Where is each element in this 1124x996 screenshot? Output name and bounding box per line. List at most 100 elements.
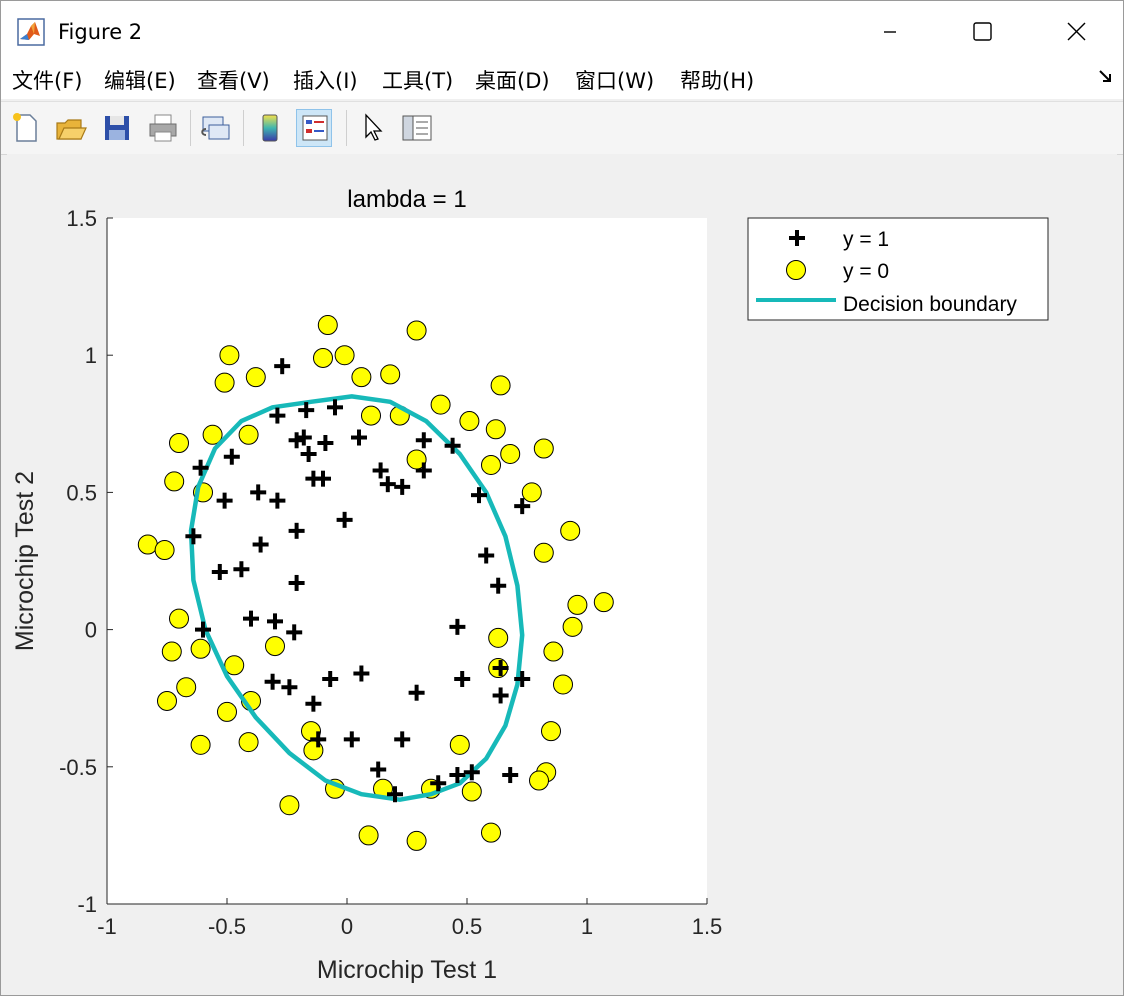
menu-window[interactable]: 窗口(W) — [575, 68, 654, 94]
x-tick-label: 0.5 — [452, 914, 483, 939]
negative-point — [459, 411, 480, 432]
open-file-button[interactable] — [53, 109, 89, 147]
figure-canvas: -1 -0.5 0 0.5 1 1.5 -1 -0.5 0 0.5 1 1.5 … — [7, 154, 1117, 990]
chart-title: lambda = 1 — [347, 186, 466, 213]
negative-point — [265, 636, 285, 657]
negative-point — [553, 674, 573, 695]
x-axis-label: Microchip Test 1 — [317, 956, 497, 984]
link-plot-icon — [201, 116, 230, 140]
close-icon — [1067, 22, 1086, 41]
negative-point — [279, 795, 300, 816]
x-tick-labels: -1 -0.5 0 0.5 1 1.5 — [97, 914, 722, 939]
negative-point — [217, 701, 237, 722]
pointer-button[interactable] — [356, 109, 392, 147]
matlab-logo-icon — [17, 18, 45, 46]
print-button[interactable] — [145, 109, 181, 147]
print-icon — [149, 114, 177, 142]
minimize-button[interactable] — [843, 1, 935, 63]
y-tick-label: 0 — [85, 618, 97, 643]
negative-point — [406, 320, 427, 341]
y-tick-label: 1.5 — [66, 206, 97, 231]
toolbar-separator — [190, 110, 191, 146]
negative-point — [490, 375, 511, 396]
negative-point — [214, 372, 235, 393]
figure-window: Figure 2 文件(F) 编辑(E) 查看(V) 插入(I) 工具(T) 桌… — [0, 0, 1124, 996]
y-tick-label: 0.5 — [66, 480, 97, 505]
menu-insert[interactable]: 插入(I) — [293, 68, 358, 94]
negative-point — [560, 520, 581, 541]
negative-point — [245, 367, 266, 388]
legend-icon — [302, 115, 328, 141]
menu-view[interactable]: 查看(V) — [197, 68, 270, 94]
legend-circle-marker — [786, 260, 806, 280]
open-file-icon — [56, 119, 87, 140]
title-bar: Figure 2 — [1, 1, 1123, 63]
negative-point — [461, 781, 482, 802]
close-button[interactable] — [1031, 1, 1123, 63]
negative-point — [430, 394, 451, 415]
negative-point — [543, 641, 564, 662]
legend-label-negative: y = 0 — [843, 260, 889, 283]
legend[interactable]: y = 1 y = 0 Decision boundary — [747, 217, 1049, 321]
y-tick-labels: -1 -0.5 0 0.5 1 1.5 — [59, 206, 97, 917]
negative-point — [219, 345, 240, 366]
negative-point — [500, 443, 521, 464]
negative-point — [137, 534, 158, 555]
negative-point — [593, 592, 614, 613]
save-button[interactable] — [99, 109, 135, 147]
negative-point — [176, 677, 197, 698]
negative-point — [521, 482, 542, 503]
negative-point — [358, 825, 379, 846]
legend-label-positive: y = 1 — [843, 228, 889, 251]
negative-point — [533, 542, 554, 563]
negative-point — [361, 405, 381, 426]
negative-point — [334, 345, 355, 366]
chart: -1 -0.5 0 0.5 1 1.5 -1 -0.5 0 0.5 1 1.5 … — [11, 186, 1049, 984]
property-inspector-button[interactable] — [399, 109, 435, 147]
menu-help[interactable]: 帮助(H) — [680, 68, 754, 94]
menu-bar: 文件(F) 编辑(E) 查看(V) 插入(I) 工具(T) 桌面(D) 窗口(W… — [1, 63, 1123, 99]
negative-point — [154, 540, 175, 561]
negative-point — [406, 830, 427, 851]
negative-point — [190, 734, 211, 755]
colorbar-button[interactable] — [253, 109, 289, 147]
y-tick-label: -0.5 — [59, 755, 97, 780]
legend-label-boundary: Decision boundary — [843, 293, 1017, 316]
dock-arrow-icon[interactable] — [1098, 69, 1114, 85]
x-tick-label: -1 — [97, 914, 117, 939]
y-tick-label: 1 — [85, 343, 97, 368]
negative-point — [224, 655, 245, 676]
x-tick-label: 1 — [581, 914, 593, 939]
pointer-icon — [365, 113, 383, 141]
axes-background — [107, 218, 707, 904]
negative-point — [488, 627, 509, 648]
menu-desktop[interactable]: 桌面(D) — [475, 68, 550, 94]
negative-point — [562, 616, 583, 637]
negative-point — [533, 438, 554, 459]
toolbar-separator — [346, 110, 347, 146]
menu-tools[interactable]: 工具(T) — [382, 68, 453, 94]
window-title: Figure 2 — [58, 20, 143, 44]
y-axis-label: Microchip Test 2 — [11, 471, 39, 651]
new-figure-icon — [13, 113, 37, 142]
x-tick-label: 0 — [341, 914, 353, 939]
negative-point — [190, 638, 211, 659]
negative-point — [317, 315, 338, 336]
negative-point — [351, 367, 372, 388]
negative-point — [238, 424, 259, 445]
maximize-button[interactable] — [937, 1, 1029, 63]
legend-toggle-button[interactable] — [296, 109, 332, 147]
colorbar-icon — [262, 114, 278, 142]
menu-edit[interactable]: 编辑(E) — [104, 68, 176, 94]
negative-point — [481, 822, 501, 843]
negative-point — [529, 770, 549, 791]
link-plot-button[interactable] — [198, 109, 234, 147]
negative-point — [481, 454, 501, 475]
maximize-icon — [973, 22, 992, 41]
negative-point — [238, 732, 259, 753]
new-figure-button[interactable] — [8, 109, 44, 147]
negative-point — [169, 608, 189, 629]
negative-point — [164, 471, 185, 492]
menu-file[interactable]: 文件(F) — [12, 68, 82, 94]
negative-point — [485, 419, 506, 440]
